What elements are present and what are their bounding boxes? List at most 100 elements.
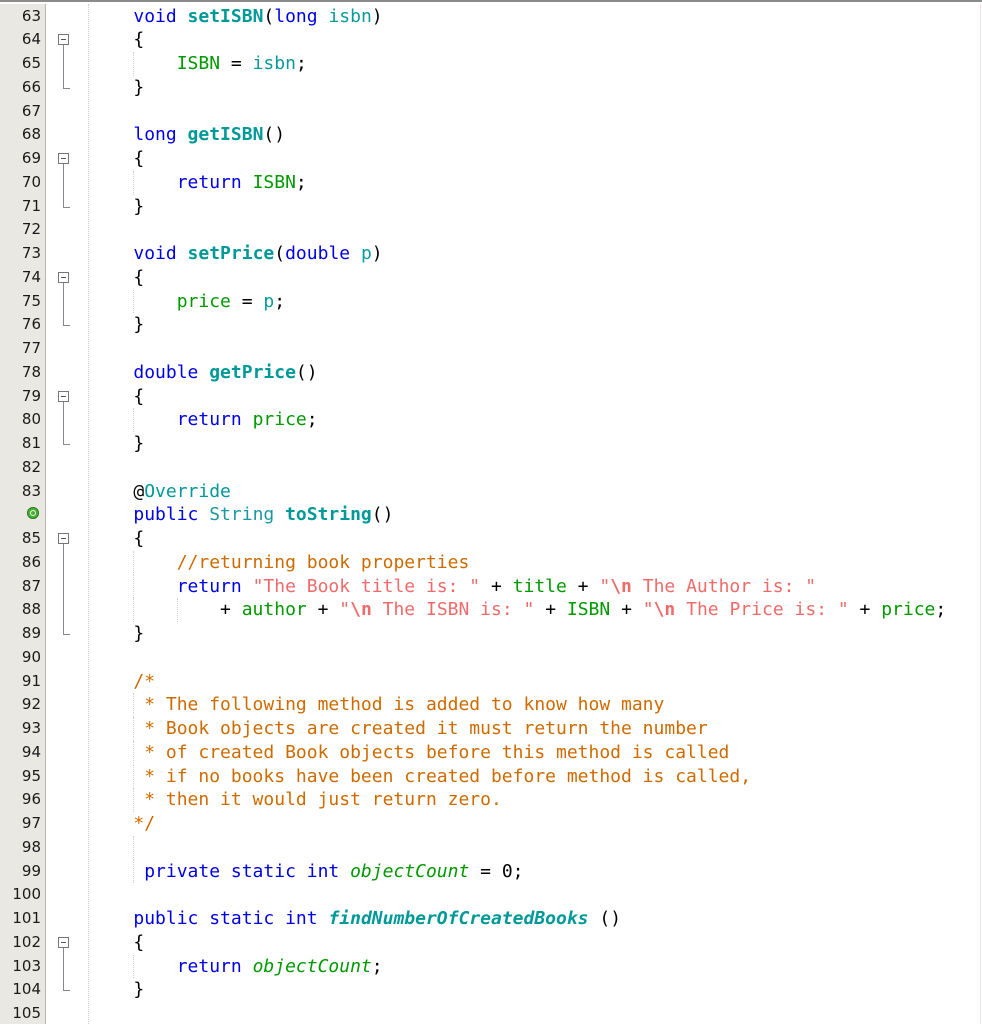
code-line[interactable]: 100 bbox=[0, 883, 982, 907]
token-plain: + bbox=[306, 599, 340, 621]
code-line[interactable]: 65 ISBN = isbn; bbox=[0, 52, 982, 76]
fold-collapse-icon[interactable] bbox=[58, 266, 70, 290]
token-par: p bbox=[360, 243, 372, 264]
fold-collapse-icon[interactable] bbox=[58, 931, 70, 955]
code-text[interactable]: { bbox=[90, 527, 144, 551]
code-line[interactable]: 83 @Override bbox=[0, 480, 982, 504]
minus-box-icon[interactable] bbox=[58, 936, 69, 948]
code-line[interactable]: 95 * if no books have been created befor… bbox=[0, 764, 982, 789]
code-line[interactable]: 103 return objectCount; bbox=[0, 954, 982, 979]
code-text[interactable]: return price; bbox=[90, 408, 318, 432]
code-line[interactable]: 75 price = p; bbox=[0, 289, 982, 314]
code-text[interactable]: + author + "\n The ISBN is: " + ISBN + "… bbox=[90, 598, 946, 622]
code-lines[interactable]: 63 void setISBN(long isbn) 64 {65 ISBN = … bbox=[0, 5, 982, 1026]
code-text[interactable]: { bbox=[90, 266, 144, 290]
code-text[interactable]: } bbox=[90, 76, 144, 100]
code-text[interactable]: } bbox=[90, 622, 144, 646]
code-text[interactable]: @Override bbox=[90, 480, 231, 504]
line-number: 70 bbox=[21, 172, 41, 191]
code-text[interactable]: return objectCount; bbox=[90, 955, 383, 979]
code-editor[interactable]: 63 void setISBN(long isbn) 64 {65 ISBN = … bbox=[0, 0, 982, 1024]
code-line[interactable]: 86 //returning book properties bbox=[0, 550, 982, 575]
minus-box-icon[interactable] bbox=[58, 390, 69, 402]
code-line[interactable]: 66 } bbox=[0, 75, 982, 100]
code-line[interactable]: 87 return "The Book title is: " + title … bbox=[0, 574, 982, 599]
code-text[interactable]: /* bbox=[90, 670, 155, 694]
code-text[interactable]: { bbox=[90, 147, 144, 171]
code-line[interactable]: 67 bbox=[0, 100, 982, 124]
fold-end-line bbox=[63, 313, 70, 327]
code-line[interactable]: 89 } bbox=[0, 622, 982, 646]
code-text[interactable]: double getPrice() bbox=[90, 361, 317, 385]
code-line[interactable]: 97 */ bbox=[0, 812, 982, 836]
code-text[interactable]: */ bbox=[90, 812, 155, 836]
minus-box-icon[interactable] bbox=[58, 153, 69, 164]
code-text[interactable]: * The following method is added to know … bbox=[90, 693, 664, 717]
code-line[interactable]: 82 bbox=[0, 456, 982, 480]
code-line[interactable]: 77 bbox=[0, 337, 982, 361]
code-text[interactable]: * of created Book objects before this me… bbox=[90, 741, 729, 765]
code-text[interactable]: return ISBN; bbox=[90, 171, 307, 195]
code-text[interactable]: long getISBN() bbox=[90, 123, 285, 147]
fold-collapse-icon[interactable] bbox=[58, 147, 70, 171]
code-text[interactable]: void setPrice(double p) bbox=[90, 242, 382, 266]
code-line[interactable]: 79 { bbox=[0, 385, 982, 409]
code-text[interactable]: //returning book properties bbox=[90, 551, 470, 575]
token-fld: price bbox=[881, 599, 936, 621]
code-text[interactable]: { bbox=[90, 385, 144, 409]
code-line[interactable]: 76 } bbox=[0, 313, 982, 337]
code-line[interactable]: 105 bbox=[0, 1002, 982, 1026]
code-line[interactable]: 78 double getPrice() bbox=[0, 361, 982, 385]
fold-collapse-icon[interactable] bbox=[58, 28, 70, 53]
code-line[interactable]: 92 * The following method is added to kn… bbox=[0, 693, 982, 717]
code-text[interactable]: return "The Book title is: " + title + "… bbox=[90, 575, 816, 599]
code-line[interactable]: public String toString() bbox=[0, 503, 982, 527]
code-text[interactable]: void setISBN(long isbn) bbox=[90, 5, 382, 29]
code-text[interactable]: * if no books have been created before m… bbox=[90, 765, 751, 789]
code-line[interactable]: 93 * Book objects are created it must re… bbox=[0, 717, 982, 741]
code-line[interactable]: 101 public static int findNumberOfCreate… bbox=[0, 907, 982, 931]
code-line[interactable]: 64 { bbox=[0, 28, 982, 53]
code-line[interactable]: 94 * of created Book objects before this… bbox=[0, 740, 982, 765]
code-line[interactable]: 91 /* bbox=[0, 670, 982, 694]
code-text[interactable]: { bbox=[90, 931, 144, 955]
fold-collapse-icon[interactable] bbox=[58, 527, 70, 551]
code-line[interactable]: 68 long getISBN() bbox=[0, 123, 982, 147]
code-text[interactable]: } bbox=[90, 313, 144, 337]
code-line[interactable]: 102 { bbox=[0, 931, 982, 955]
code-text[interactable]: * Book objects are created it must retur… bbox=[90, 717, 708, 741]
code-text[interactable]: } bbox=[90, 978, 144, 1002]
fold-collapse-icon[interactable] bbox=[58, 385, 70, 409]
code-line[interactable]: 90 bbox=[0, 646, 982, 670]
code-text[interactable]: } bbox=[90, 195, 144, 219]
code-line[interactable]: 104 } bbox=[0, 978, 982, 1002]
code-line[interactable]: 69 { bbox=[0, 147, 982, 171]
code-line[interactable]: 70 return ISBN; bbox=[0, 170, 982, 195]
code-text[interactable]: } bbox=[90, 432, 144, 456]
code-text[interactable]: price = p; bbox=[90, 290, 285, 314]
code-line[interactable]: 63 void setISBN(long isbn) bbox=[0, 5, 982, 29]
code-line[interactable]: 71 } bbox=[0, 194, 982, 219]
code-text[interactable]: { bbox=[90, 28, 144, 52]
override-icon[interactable] bbox=[27, 507, 39, 520]
code-line[interactable]: 98 bbox=[0, 835, 982, 860]
code-line[interactable]: 88 + author + "\n The ISBN is: " + ISBN … bbox=[0, 598, 982, 622]
token-plain: ; bbox=[371, 955, 383, 977]
code-text[interactable]: private static int objectCount = 0; bbox=[90, 860, 523, 884]
code-text[interactable]: public static int findNumberOfCreatedBoo… bbox=[90, 907, 621, 931]
code-line[interactable]: 81 } bbox=[0, 432, 982, 456]
minus-box-icon[interactable] bbox=[58, 271, 69, 283]
code-line[interactable]: 74 { bbox=[0, 266, 982, 290]
code-line[interactable]: 85 { bbox=[0, 527, 982, 551]
code-line[interactable]: 99 private static int objectCount = 0; bbox=[0, 859, 982, 884]
code-text[interactable]: ISBN = isbn; bbox=[90, 52, 307, 76]
code-line[interactable]: 80 return price; bbox=[0, 408, 982, 432]
minus-box-icon[interactable] bbox=[58, 533, 69, 544]
code-text[interactable]: public String toString() bbox=[90, 503, 393, 527]
code-text[interactable]: * then it would just return zero. bbox=[90, 788, 502, 812]
minus-box-icon[interactable] bbox=[58, 34, 69, 46]
code-line[interactable]: 73 void setPrice(double p) bbox=[0, 242, 982, 266]
code-line[interactable]: 72 bbox=[0, 218, 982, 242]
code-line[interactable]: 96 * then it would just return zero. bbox=[0, 788, 982, 812]
